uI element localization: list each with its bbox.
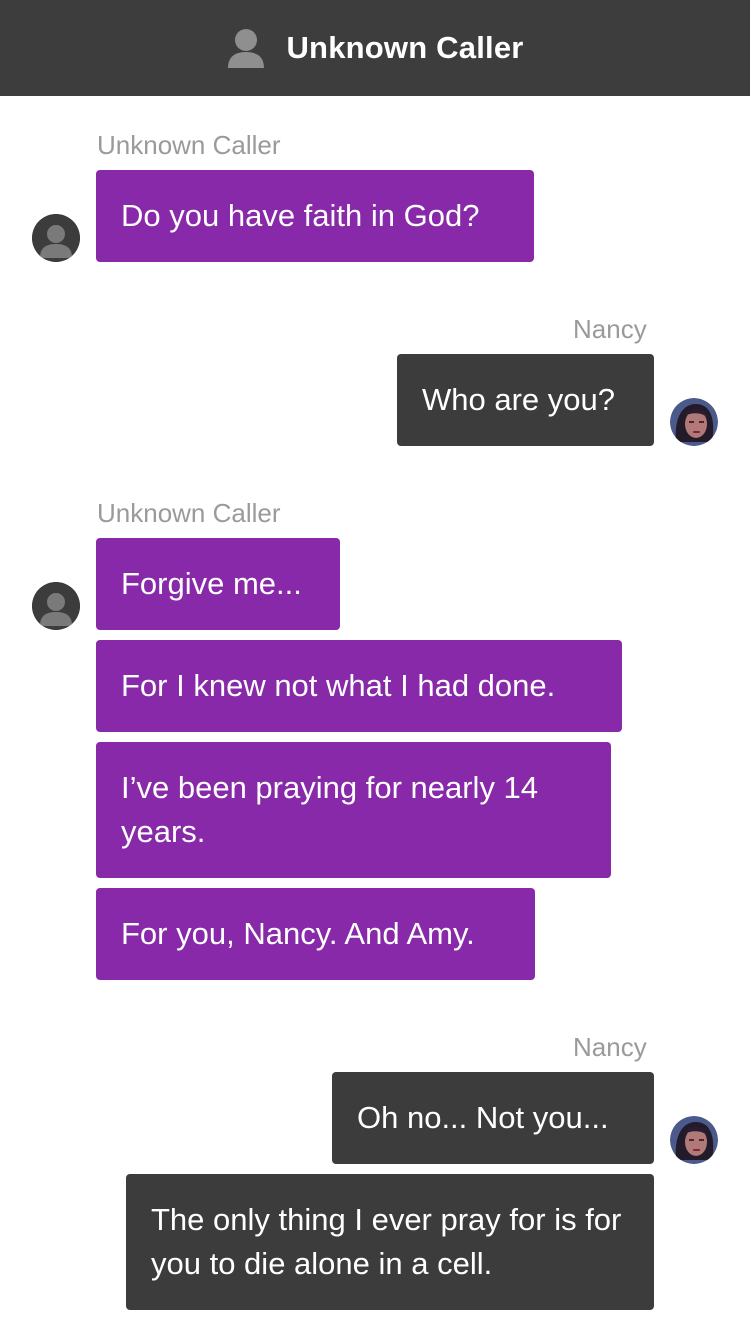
page-title: Unknown Caller xyxy=(286,30,524,65)
chat-header: Unknown Caller xyxy=(0,0,750,96)
message-bubble[interactable]: Oh no... Not you... xyxy=(332,1072,654,1164)
nancy-avatar xyxy=(670,398,718,446)
sender-label: Unknown Caller xyxy=(97,130,281,160)
unknown-caller-avatar xyxy=(32,582,80,630)
sender-label: Nancy xyxy=(573,1032,647,1062)
message-bubble[interactable]: For you, Nancy. And Amy. xyxy=(96,888,535,980)
message-bubble[interactable]: The only thing I ever pray for is for yo… xyxy=(126,1174,654,1310)
unknown-caller-avatar xyxy=(32,214,80,262)
sender-label: Nancy xyxy=(573,314,647,344)
message-bubble[interactable]: I’ve been praying for nearly 14 years. xyxy=(96,742,611,878)
message-bubble[interactable]: Who are you? xyxy=(397,354,654,446)
message-bubble[interactable]: Forgive me... xyxy=(96,538,340,630)
person-icon xyxy=(32,582,80,630)
message-bubble[interactable]: For I knew not what I had done. xyxy=(96,640,622,732)
person-icon xyxy=(32,214,80,262)
sender-label: Unknown Caller xyxy=(97,498,281,528)
message-bubble[interactable]: Do you have faith in God? xyxy=(96,170,534,262)
nancy-avatar xyxy=(670,1116,718,1164)
person-icon xyxy=(228,29,265,68)
